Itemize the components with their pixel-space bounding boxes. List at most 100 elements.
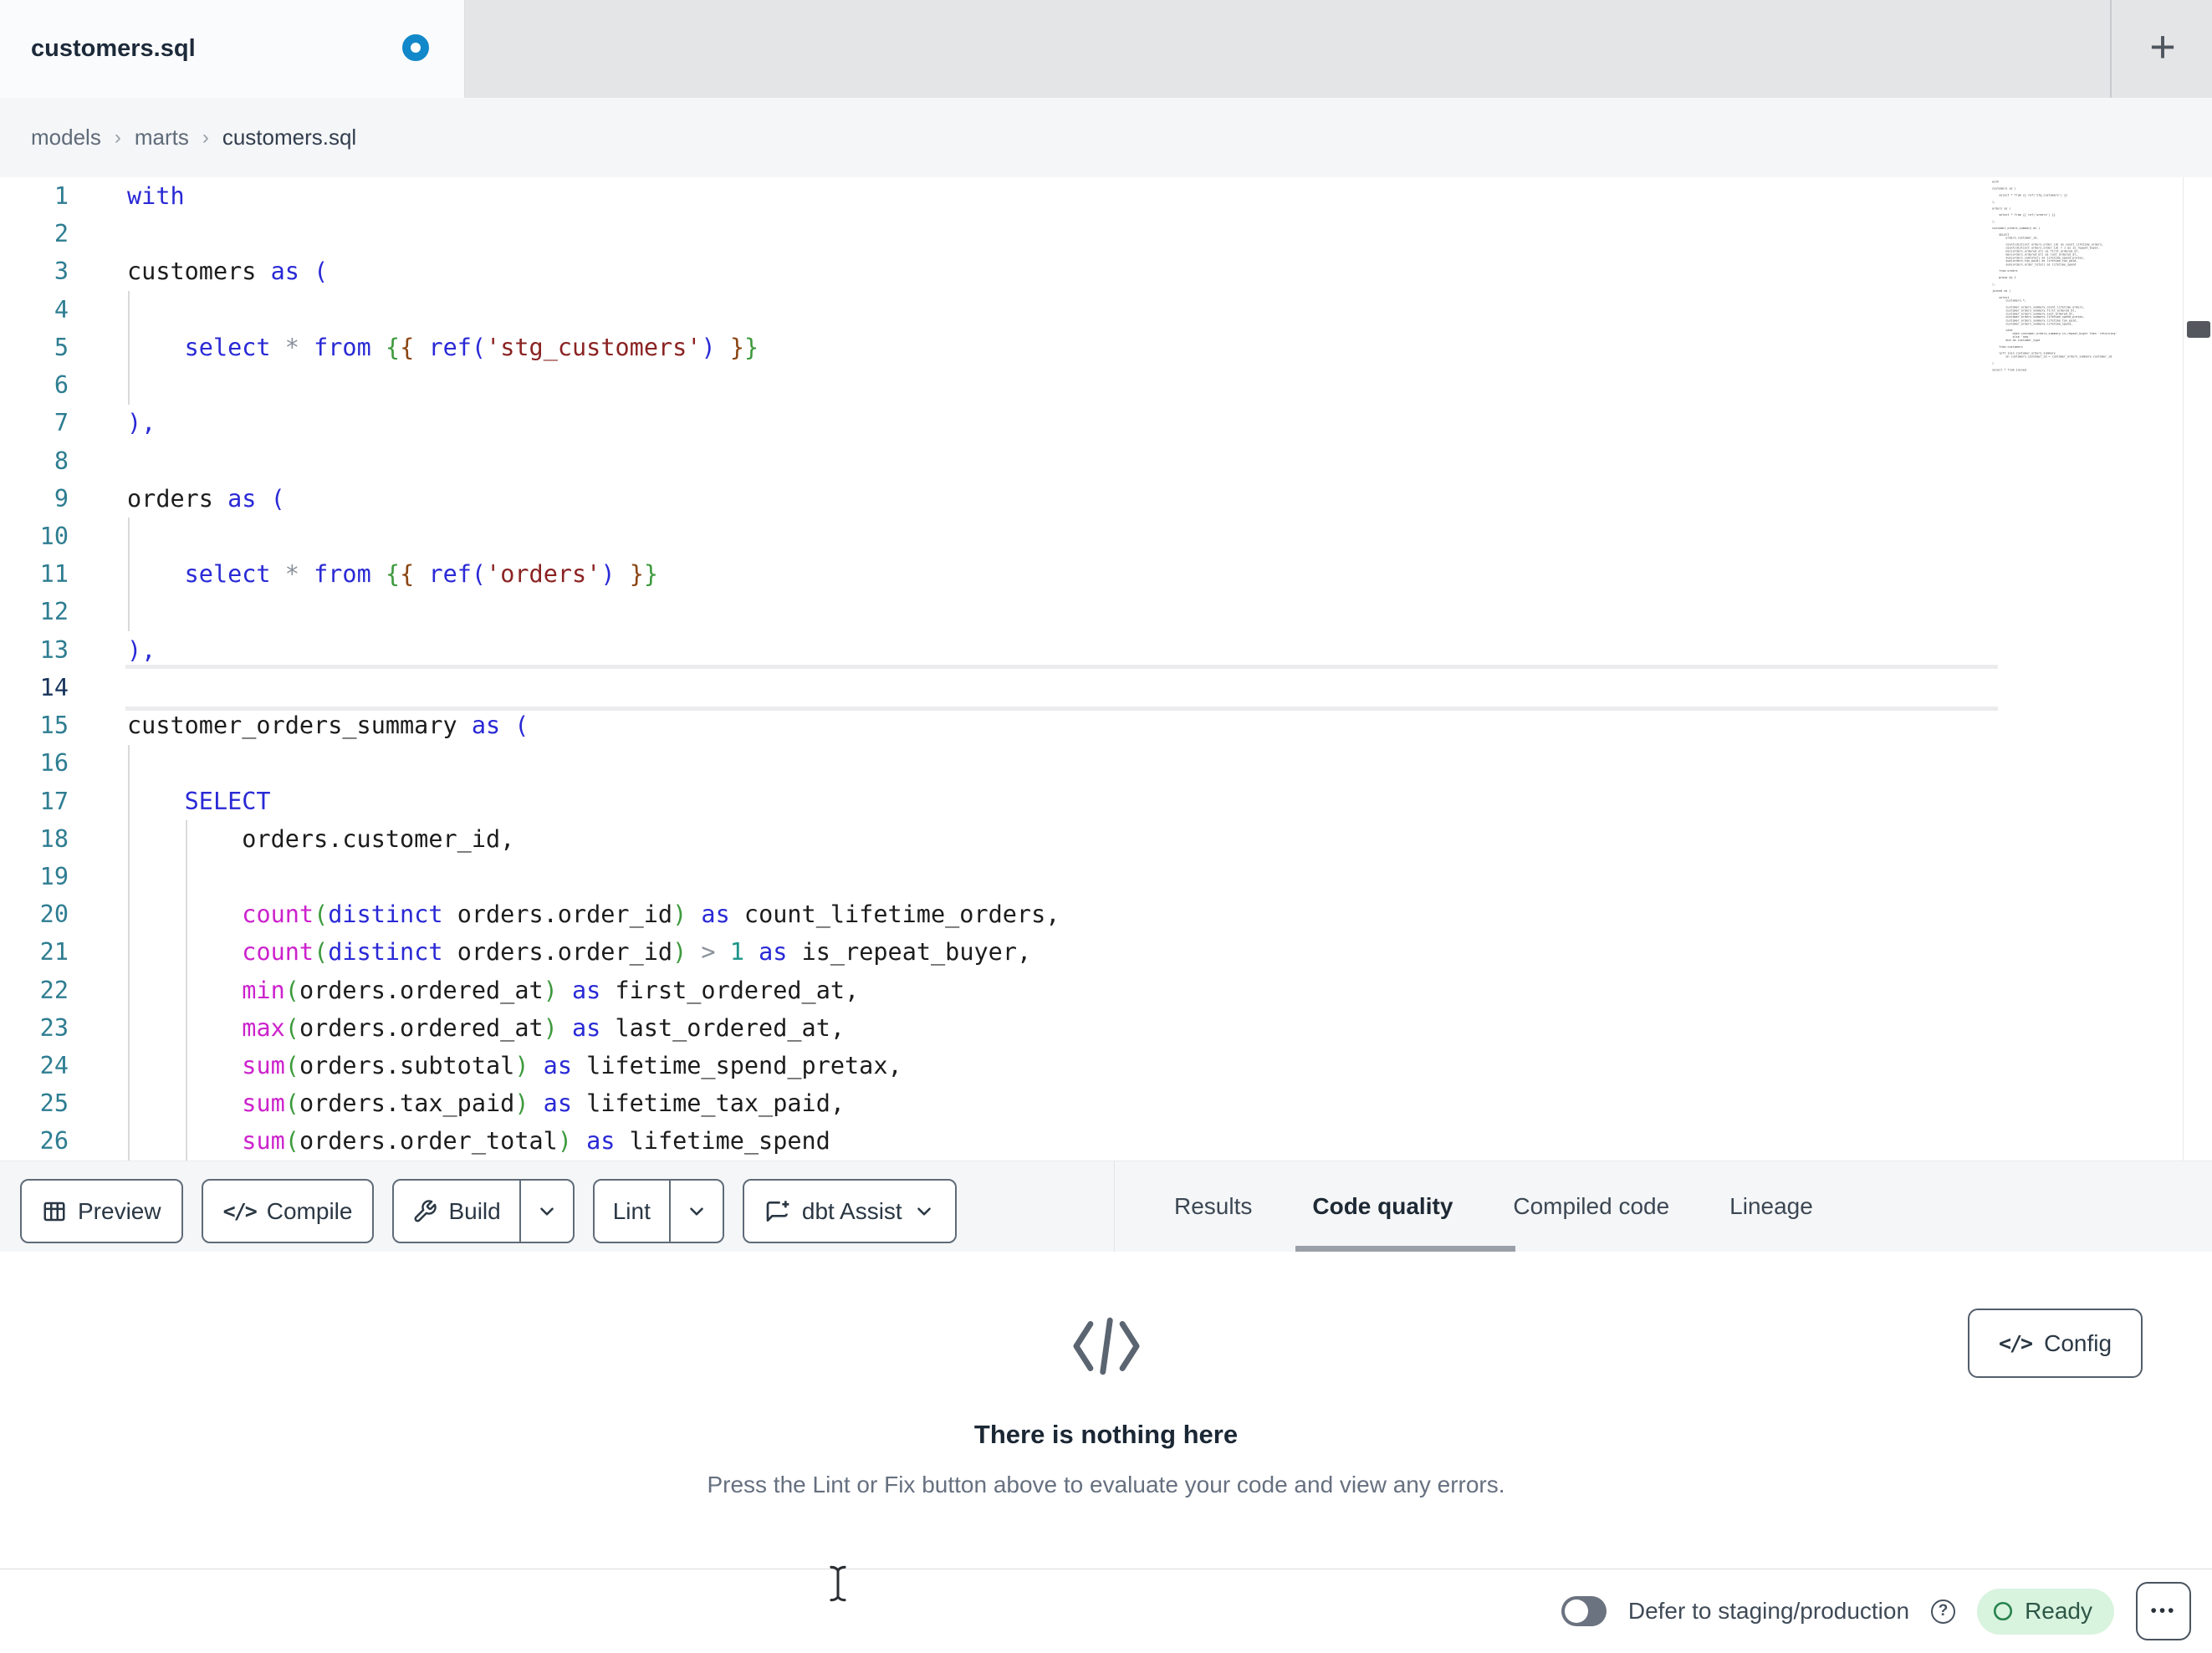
config-button[interactable]: </> Config	[1968, 1309, 2143, 1378]
code-brackets-icon: </>	[1998, 1331, 2033, 1355]
line-number: 23	[39, 1013, 69, 1042]
line-number: 19	[39, 862, 69, 890]
build-button[interactable]: Build	[394, 1181, 519, 1242]
line-number: 21	[39, 938, 69, 967]
code-line[interactable]: sum(orders.order_total) as lifetime_spen…	[127, 1122, 1060, 1160]
line-number: 13	[39, 635, 69, 664]
overflow-menu-button[interactable]: •••	[2136, 1582, 2191, 1640]
lint-split-button: Lint	[592, 1179, 724, 1243]
code-line[interactable]: orders.customer_id,	[127, 820, 1060, 858]
lint-dropdown-button[interactable]	[668, 1181, 723, 1242]
line-number: 26	[39, 1127, 69, 1156]
line-number: 4	[54, 295, 69, 324]
line-number-gutter: 1 2 3 4 5 6 7 8 9 10 11 12 13 14 15 16 17 18 19 20 21 22 23 24 2…	[0, 177, 80, 1161]
line-number: 24	[39, 1052, 69, 1080]
code-brackets-icon: </>	[222, 1199, 258, 1223]
minimap-code: with customers as ( select * from {{ ref…	[1992, 181, 2117, 372]
line-number: 11	[39, 560, 69, 589]
code-line[interactable]: customer_orders_summary as (	[127, 707, 1060, 744]
code-line[interactable]: customers as (	[127, 253, 1060, 290]
editor-tab-bar: customers.sql +	[0, 0, 2212, 99]
code-line[interactable]	[127, 858, 1060, 895]
compile-button-label: Compile	[266, 1197, 353, 1224]
line-number: 5	[54, 333, 69, 361]
text-cursor-pointer	[826, 1565, 850, 1606]
line-number: 25	[39, 1089, 69, 1118]
help-icon[interactable]: ?	[1931, 1599, 1956, 1624]
code-line[interactable]: orders as (	[127, 480, 1060, 518]
line-number: 3	[54, 258, 69, 286]
dbt-assist-button[interactable]: dbt Assist	[742, 1179, 957, 1243]
defer-toggle[interactable]	[1561, 1596, 1607, 1626]
new-tab-button[interactable]: +	[2129, 0, 2196, 98]
breadcrumb-separator-icon: ›	[114, 125, 121, 149]
breadcrumb-item-models[interactable]: models	[31, 125, 101, 151]
code-content[interactable]: with customers as ( select * from {{ ref(…	[127, 177, 1060, 1161]
line-number: 14	[39, 673, 69, 702]
line-number: 10	[39, 522, 69, 550]
status-badge-label: Ready	[2025, 1598, 2092, 1624]
breadcrumb-bar: models › marts › customers.sql Save	[0, 98, 2212, 268]
breadcrumb: models › marts › customers.sql	[31, 98, 356, 177]
code-line[interactable]	[127, 593, 1060, 630]
table-icon	[43, 1201, 65, 1221]
active-tab-underline	[1295, 1246, 1515, 1252]
minimap[interactable]: with customers as ( select * from {{ ref…	[1992, 181, 2179, 390]
line-number: 12	[39, 598, 69, 626]
line-number: 16	[39, 749, 69, 778]
code-line[interactable]: ),	[127, 404, 1060, 441]
unsaved-changes-dot-icon	[402, 34, 429, 61]
breadcrumb-item-file[interactable]: customers.sql	[222, 125, 356, 151]
tab-bar-divider	[2110, 0, 2112, 98]
code-line[interactable]	[127, 291, 1060, 329]
line-number: 9	[54, 484, 69, 513]
empty-state-title: There is nothing here	[973, 1420, 1239, 1449]
assist-chat-sparkle-icon	[766, 1200, 789, 1222]
lint-button-label: Lint	[612, 1197, 651, 1224]
code-line[interactable]: SELECT	[127, 783, 1060, 820]
code-line[interactable]	[127, 744, 1060, 782]
code-line[interactable]: select * from {{ ref('orders') }}	[127, 555, 1060, 593]
editor-scrollbar-thumb[interactable]	[2187, 321, 2210, 338]
tab-lineage[interactable]: Lineage	[1729, 1161, 1813, 1252]
code-line[interactable]	[127, 669, 1060, 707]
toolbar-tabs-divider	[1114, 1161, 1115, 1252]
code-line[interactable]: ),	[127, 631, 1060, 669]
result-panel-tabs: Results Code quality Compiled code Linea…	[1174, 1161, 1813, 1252]
code-line[interactable]	[127, 366, 1060, 404]
code-line[interactable]: count(distinct orders.order_id) > 1 as i…	[127, 933, 1060, 971]
tab-results[interactable]: Results	[1174, 1161, 1252, 1252]
dbt-assist-button-label: dbt Assist	[801, 1197, 902, 1224]
editor-scrollbar-track	[2183, 177, 2184, 1161]
code-line[interactable]: sum(orders.subtotal) as lifetime_spend_p…	[127, 1047, 1060, 1084]
tab-compiled-code[interactable]: Compiled code	[1513, 1161, 1669, 1252]
line-number: 17	[39, 787, 69, 815]
code-editor[interactable]: 1 2 3 4 5 6 7 8 9 10 11 12 13 14 15 16 17 18 19 20 21 22 23 24 2…	[0, 177, 2212, 1161]
code-line[interactable]: count(distinct orders.order_id) as count…	[127, 895, 1060, 933]
bottom-toolbar: Preview </> Compile Build Lint dbt Assis…	[0, 1161, 2212, 1252]
empty-state-description: Press the Lint or Fix button above to ev…	[707, 1472, 1505, 1497]
breadcrumb-item-marts[interactable]: marts	[135, 125, 189, 151]
code-quality-panel: There is nothing here Press the Lint or …	[0, 1252, 2212, 1569]
code-line[interactable]: sum(orders.tax_paid) as lifetime_tax_pai…	[127, 1084, 1060, 1122]
code-line[interactable]	[127, 518, 1060, 555]
preview-button[interactable]: Preview	[20, 1179, 183, 1243]
lint-button[interactable]: Lint	[595, 1181, 669, 1242]
line-number: 7	[54, 409, 69, 437]
compile-button[interactable]: </> Compile	[201, 1179, 375, 1243]
line-number: 15	[39, 712, 69, 740]
line-number: 6	[54, 371, 69, 400]
code-line[interactable]	[127, 442, 1060, 480]
code-line[interactable]: with	[127, 177, 1060, 215]
line-number: 22	[39, 976, 69, 1004]
build-split-button: Build	[392, 1179, 575, 1243]
toggle-knob	[1564, 1599, 1588, 1623]
build-dropdown-button[interactable]	[519, 1181, 573, 1242]
code-line[interactable]: max(orders.ordered_at) as last_ordered_a…	[127, 1009, 1060, 1047]
code-line[interactable]: select * from {{ ref('stg_customers') }}	[127, 329, 1060, 366]
file-tab-customers-sql[interactable]: customers.sql	[0, 0, 465, 98]
code-line[interactable]: min(orders.ordered_at) as first_ordered_…	[127, 972, 1060, 1009]
tab-code-quality[interactable]: Code quality	[1312, 1161, 1453, 1252]
status-bar: Defer to staging/production ? Ready •••	[0, 1569, 2212, 1653]
code-line[interactable]	[127, 215, 1060, 253]
